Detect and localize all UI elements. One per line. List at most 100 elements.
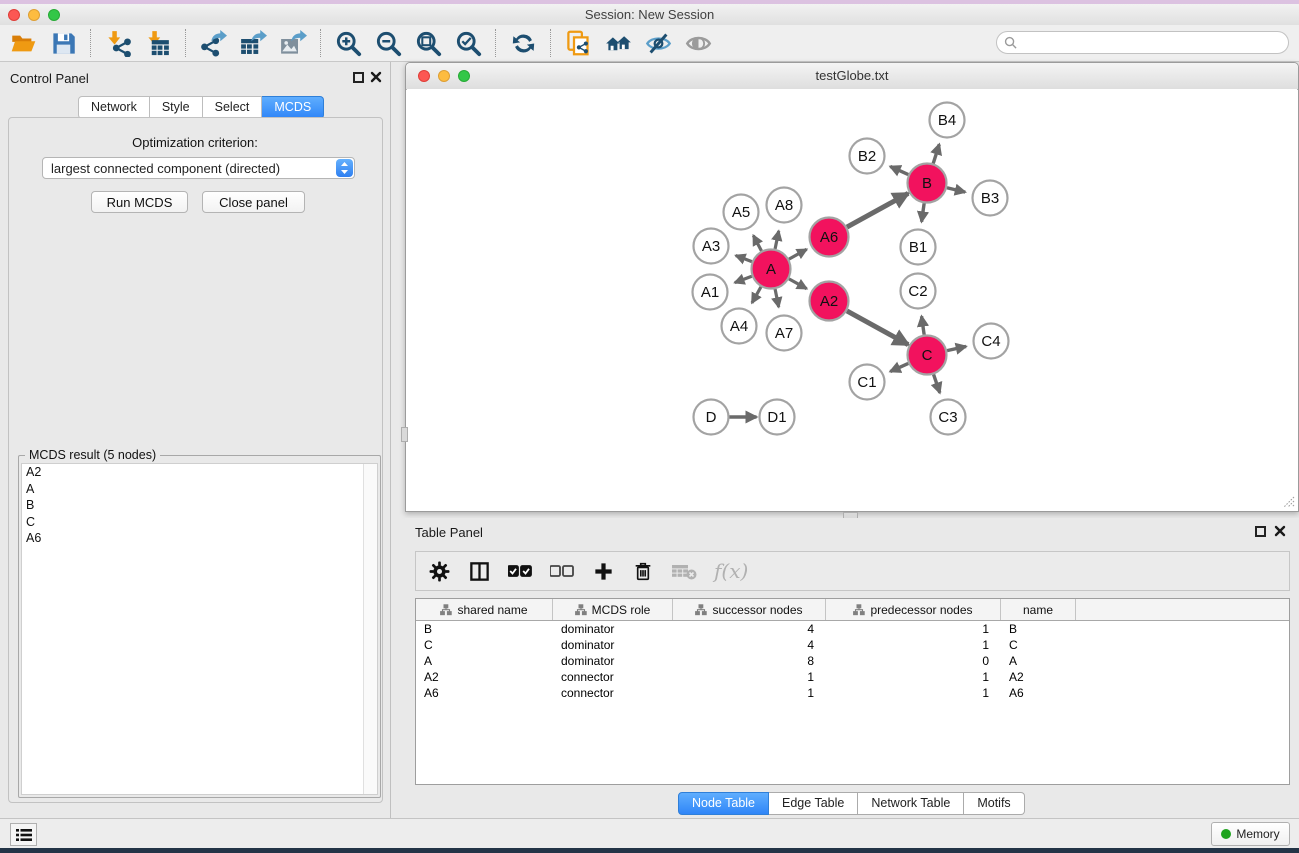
network-overview-icon[interactable]: [601, 28, 635, 58]
close-panel-button[interactable]: Close panel: [202, 191, 305, 213]
cell[interactable]: dominator: [553, 654, 673, 668]
table-close-panel-icon[interactable]: [1274, 525, 1286, 537]
cell[interactable]: dominator: [553, 622, 673, 636]
cell[interactable]: connector: [553, 670, 673, 684]
node-A1[interactable]: A1: [693, 275, 728, 310]
node-C[interactable]: C: [908, 336, 947, 375]
cell[interactable]: B: [1001, 622, 1076, 636]
vertical-splitter-handle[interactable]: [401, 427, 408, 442]
delete-table-icon[interactable]: [671, 561, 697, 581]
zoom-in-icon[interactable]: [331, 28, 365, 58]
cell[interactable]: 1: [826, 638, 1001, 652]
node-A2[interactable]: A2: [810, 282, 849, 321]
zoom-fit-icon[interactable]: [411, 28, 445, 58]
table-row-A[interactable]: Adominator80A: [416, 653, 1289, 669]
edge-A-A4[interactable]: [752, 287, 761, 303]
optimization-criterion-select[interactable]: largest connected component (directed): [42, 157, 355, 179]
edge-C-C3[interactable]: [934, 374, 940, 392]
cell[interactable]: A6: [416, 686, 553, 700]
table-row-A2[interactable]: A2connector11A2: [416, 669, 1289, 685]
node-C1[interactable]: C1: [850, 365, 885, 400]
edge-C-C2[interactable]: [922, 316, 925, 334]
birds-eye-view-icon[interactable]: [681, 28, 715, 58]
network-view-window[interactable]: testGlobe.txt B4B2BB3A8A5A6A3B1AA1C2A2A4…: [405, 62, 1299, 512]
edge-A-A8[interactable]: [775, 231, 779, 249]
export-network-icon[interactable]: [196, 28, 230, 58]
cell[interactable]: C: [1001, 638, 1076, 652]
table-row-C[interactable]: Cdominator41C: [416, 637, 1289, 653]
node-A[interactable]: A: [752, 250, 791, 289]
import-table-icon[interactable]: [141, 28, 175, 58]
export-table-icon[interactable]: [236, 28, 270, 58]
add-column-icon[interactable]: [592, 560, 615, 583]
cell[interactable]: dominator: [553, 638, 673, 652]
result-list-item[interactable]: A2: [22, 464, 377, 481]
network-canvas[interactable]: B4B2BB3A8A5A6A3B1AA1C2A2A4A7C4CC1C3DD1: [407, 89, 1297, 510]
network-graph[interactable]: B4B2BB3A8A5A6A3B1AA1C2A2A4A7C4CC1C3DD1: [407, 89, 1297, 510]
export-image-icon[interactable]: [276, 28, 310, 58]
edge-B-B2[interactable]: [890, 166, 908, 174]
table-mode-gear-icon[interactable]: [428, 560, 451, 583]
cell[interactable]: B: [416, 622, 553, 636]
edge-B-B4[interactable]: [933, 144, 939, 163]
table-row-B[interactable]: Bdominator41B: [416, 621, 1289, 637]
cell[interactable]: 1: [826, 670, 1001, 684]
select-all-columns-icon[interactable]: [508, 560, 533, 583]
cell[interactable]: C: [416, 638, 553, 652]
cell[interactable]: A: [1001, 654, 1076, 668]
table-row-A6[interactable]: A6connector11A6: [416, 685, 1289, 701]
tab-network[interactable]: Network: [78, 96, 150, 119]
resize-grip-icon[interactable]: [1281, 494, 1295, 508]
node-A5[interactable]: A5: [724, 195, 759, 230]
mcds-result-list[interactable]: A2ABCA6: [21, 463, 378, 795]
float-panel-icon[interactable]: [353, 72, 364, 83]
refresh-view-icon[interactable]: [506, 28, 540, 58]
deselect-all-columns-icon[interactable]: [550, 560, 575, 583]
column-header-successor-nodes[interactable]: successor nodes: [673, 599, 826, 620]
node-C3[interactable]: C3: [931, 400, 966, 435]
result-list-item[interactable]: B: [22, 497, 377, 514]
cell[interactable]: 0: [826, 654, 1001, 668]
cell[interactable]: A2: [1001, 670, 1076, 684]
memory-button[interactable]: Memory: [1211, 822, 1290, 846]
node-B4[interactable]: B4: [930, 103, 965, 138]
edge-A2-C[interactable]: [847, 311, 908, 345]
cell[interactable]: A6: [1001, 686, 1076, 700]
result-list-item[interactable]: C: [22, 514, 377, 531]
node-D1[interactable]: D1: [760, 400, 795, 435]
cell[interactable]: 1: [826, 622, 1001, 636]
node-A7[interactable]: A7: [767, 316, 802, 351]
edge-B-B3[interactable]: [947, 188, 965, 192]
zoom-out-icon[interactable]: [371, 28, 405, 58]
edge-A-A3[interactable]: [736, 255, 752, 261]
result-list-item[interactable]: A6: [22, 530, 377, 547]
tab-select[interactable]: Select: [203, 96, 263, 119]
close-panel-icon[interactable]: [370, 71, 382, 83]
task-history-button[interactable]: [10, 823, 37, 846]
column-header-shared-name[interactable]: shared name: [416, 599, 553, 620]
cell[interactable]: 4: [673, 622, 826, 636]
edge-A6-B[interactable]: [847, 193, 908, 227]
node-B2[interactable]: B2: [850, 139, 885, 174]
node-C4[interactable]: C4: [974, 324, 1009, 359]
network-window-titlebar[interactable]: testGlobe.txt: [406, 63, 1298, 90]
edge-A-A7[interactable]: [775, 289, 779, 307]
run-mcds-button[interactable]: Run MCDS: [91, 191, 188, 213]
result-list-scrollbar[interactable]: [363, 464, 377, 794]
node-A4[interactable]: A4: [722, 309, 757, 344]
node-B1[interactable]: B1: [901, 230, 936, 265]
hide-graphics-details-icon[interactable]: [641, 28, 675, 58]
tab-style[interactable]: Style: [150, 96, 203, 119]
result-list-item[interactable]: A: [22, 481, 377, 498]
node-C2[interactable]: C2: [901, 274, 936, 309]
search-box[interactable]: [996, 31, 1289, 54]
clone-network-icon[interactable]: [561, 28, 595, 58]
cell[interactable]: 8: [673, 654, 826, 668]
column-header-predecessor-nodes[interactable]: predecessor nodes: [826, 599, 1001, 620]
node-A6[interactable]: A6: [810, 218, 849, 257]
zoom-selected-icon[interactable]: [451, 28, 485, 58]
cell[interactable]: 1: [673, 686, 826, 700]
node-A3[interactable]: A3: [694, 229, 729, 264]
edge-B-B1[interactable]: [922, 203, 925, 221]
function-builder-icon[interactable]: f(x): [714, 561, 748, 581]
